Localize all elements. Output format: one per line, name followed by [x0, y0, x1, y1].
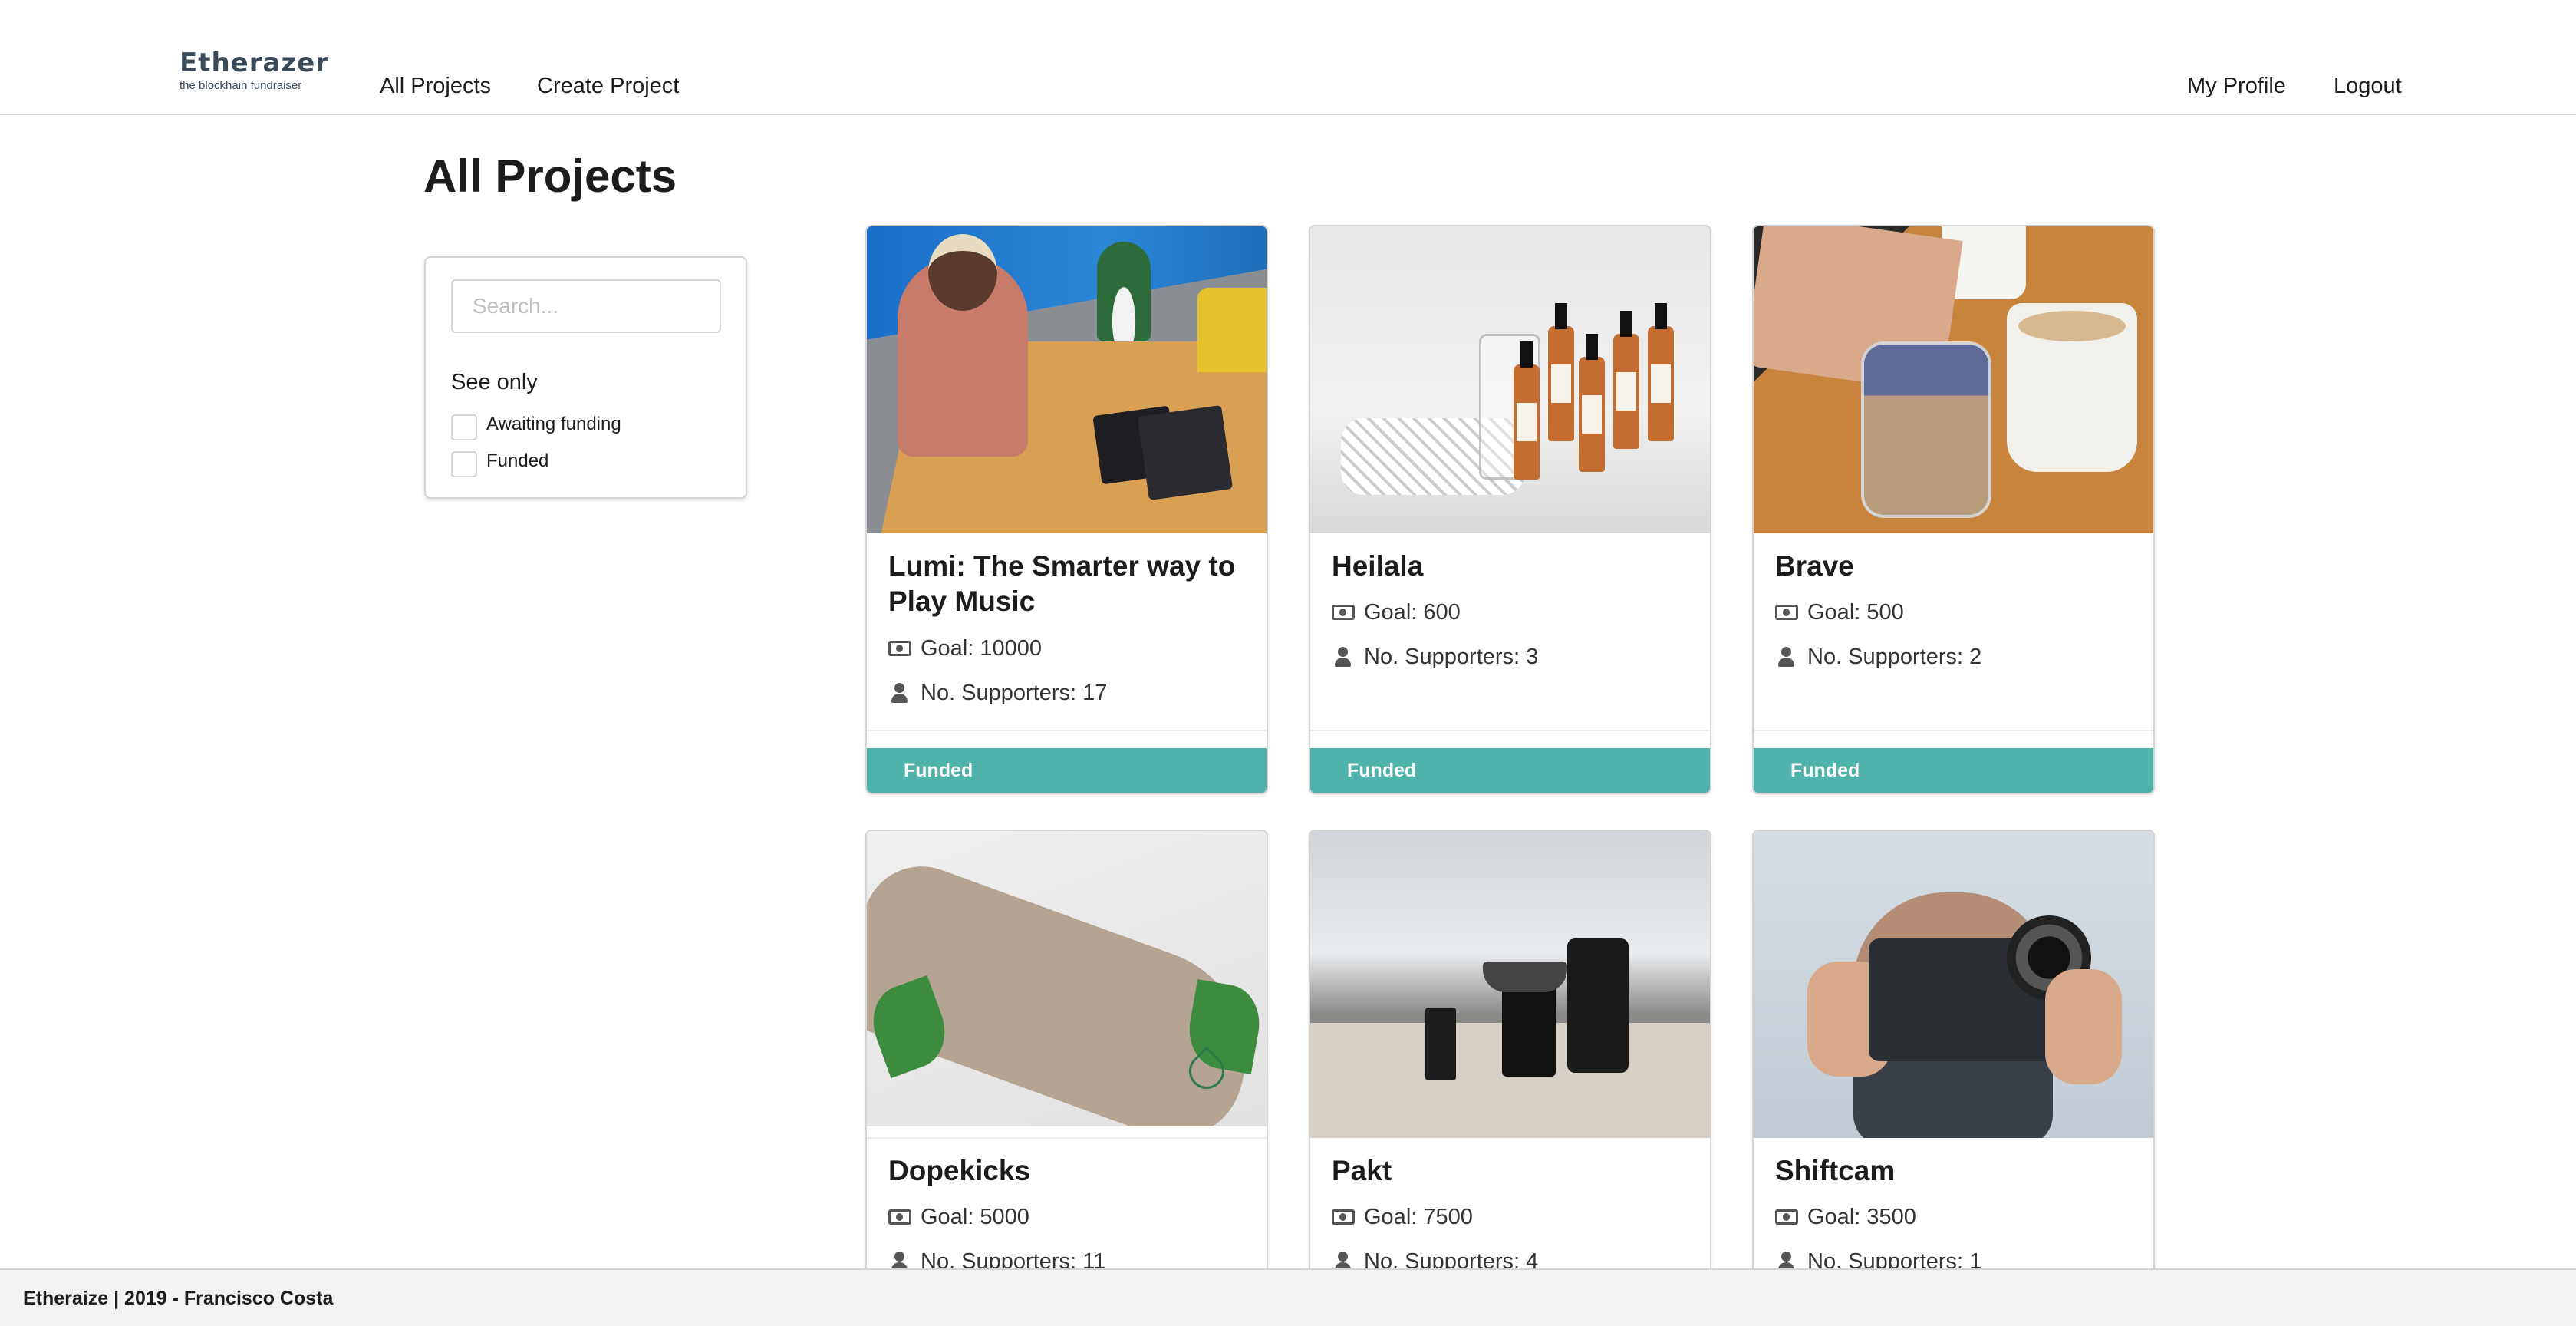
- project-title[interactable]: Shiftcam: [1775, 1153, 1895, 1189]
- user-icon: [1332, 645, 1355, 668]
- project-title[interactable]: Pakt: [1332, 1153, 1392, 1189]
- project-goal-text: Goal: 500: [1807, 600, 1904, 625]
- project-supporters-text: No. Supporters: 2: [1807, 645, 1982, 669]
- status-funded-bar: Funded: [1754, 748, 2153, 793]
- card-divider: [867, 1137, 1267, 1139]
- money-bill-icon: [888, 641, 911, 656]
- project-goal: Goal: 500: [1775, 599, 1904, 626]
- nav-my-profile[interactable]: My Profile: [2187, 71, 2286, 101]
- project-title[interactable]: Dopekicks: [888, 1153, 1030, 1189]
- project-card[interactable]: Lumi: The Smarter way to Play Music Goal…: [865, 225, 1268, 794]
- project-image[interactable]: [1754, 226, 2153, 533]
- funded-label: Funded: [486, 450, 549, 471]
- project-goal-text: Goal: 10000: [921, 636, 1043, 661]
- project-image[interactable]: [1310, 831, 1710, 1138]
- user-icon: [888, 681, 911, 704]
- money-bill-icon: [1332, 1209, 1355, 1225]
- project-supporters-text: No. Supporters: 3: [1364, 645, 1539, 669]
- awaiting-funding-checkbox[interactable]: [451, 414, 477, 440]
- project-image[interactable]: [867, 226, 1267, 533]
- project-card[interactable]: Heilala Goal: 600 No. Supporters: 3 Fund…: [1309, 225, 1711, 794]
- status-funded-bar: Funded: [1310, 748, 1710, 793]
- project-image[interactable]: [867, 831, 1267, 1126]
- footer-text: Etheraize | 2019 - Francisco Costa: [23, 1288, 334, 1309]
- search-input[interactable]: [451, 279, 721, 333]
- project-goal: Goal: 10000: [888, 635, 1042, 662]
- logo-wordmark: Etherazer: [180, 48, 330, 78]
- project-supporters: No. Supporters: 17: [888, 679, 1107, 707]
- status-funded-bar: Funded: [867, 748, 1267, 793]
- page-footer: Etheraize | 2019 - Francisco Costa: [0, 1268, 2576, 1326]
- funded-checkbox[interactable]: [451, 451, 477, 477]
- nav-logout[interactable]: Logout: [2334, 71, 2402, 101]
- money-bill-icon: [1775, 1209, 1798, 1225]
- project-supporters-text: No. Supporters: 17: [921, 681, 1108, 705]
- nav-all-projects[interactable]: All Projects: [380, 71, 491, 101]
- project-goal: Goal: 5000: [888, 1203, 1029, 1231]
- app-logo[interactable]: Etherazer the blockhain fundraiser: [180, 48, 329, 93]
- card-divider: [1310, 730, 1710, 731]
- logo-tagline: the blockhain fundraiser: [180, 79, 302, 92]
- filter-awaiting-funding[interactable]: Awaiting funding: [451, 408, 621, 440]
- money-bill-icon: [888, 1209, 911, 1225]
- project-image[interactable]: [1754, 831, 2153, 1138]
- project-image[interactable]: [1310, 226, 1710, 533]
- project-goal: Goal: 3500: [1775, 1203, 1916, 1231]
- project-goal-text: Goal: 600: [1364, 600, 1461, 625]
- project-goal-text: Goal: 5000: [921, 1205, 1029, 1229]
- see-only-label: See only: [451, 370, 538, 394]
- project-title[interactable]: Brave: [1775, 549, 1854, 584]
- project-card[interactable]: Dopekicks Goal: 5000 No. Supporters: 11: [865, 830, 1268, 1290]
- user-icon: [1775, 645, 1798, 668]
- project-card[interactable]: Shiftcam Goal: 3500 No. Supporters: 1: [1752, 830, 2155, 1290]
- money-bill-icon: [1775, 605, 1798, 620]
- filter-panel: See only Awaiting funding Funded: [424, 256, 747, 499]
- card-divider: [867, 730, 1267, 731]
- project-card[interactable]: Brave Goal: 500 No. Supporters: 2 Funded: [1752, 225, 2155, 794]
- project-title[interactable]: Heilala: [1332, 549, 1423, 584]
- project-goal: Goal: 600: [1332, 599, 1461, 626]
- project-supporters: No. Supporters: 2: [1775, 643, 1981, 671]
- project-goal-text: Goal: 3500: [1807, 1205, 1916, 1229]
- money-bill-icon: [1332, 605, 1355, 620]
- project-card[interactable]: Pakt Goal: 7500 No. Supporters: 4: [1309, 830, 1711, 1290]
- awaiting-funding-label: Awaiting funding: [486, 414, 621, 434]
- filter-funded[interactable]: Funded: [451, 445, 548, 477]
- project-goal-text: Goal: 7500: [1364, 1205, 1473, 1229]
- nav-create-project[interactable]: Create Project: [537, 71, 679, 101]
- project-supporters: No. Supporters: 3: [1332, 643, 1538, 671]
- top-navbar: Etherazer the blockhain fundraiser All P…: [0, 0, 2576, 115]
- page-title: All Projects: [423, 150, 677, 202]
- card-divider: [1754, 730, 2153, 731]
- project-title[interactable]: Lumi: The Smarter way to Play Music: [888, 549, 1249, 619]
- project-goal: Goal: 7500: [1332, 1203, 1473, 1231]
